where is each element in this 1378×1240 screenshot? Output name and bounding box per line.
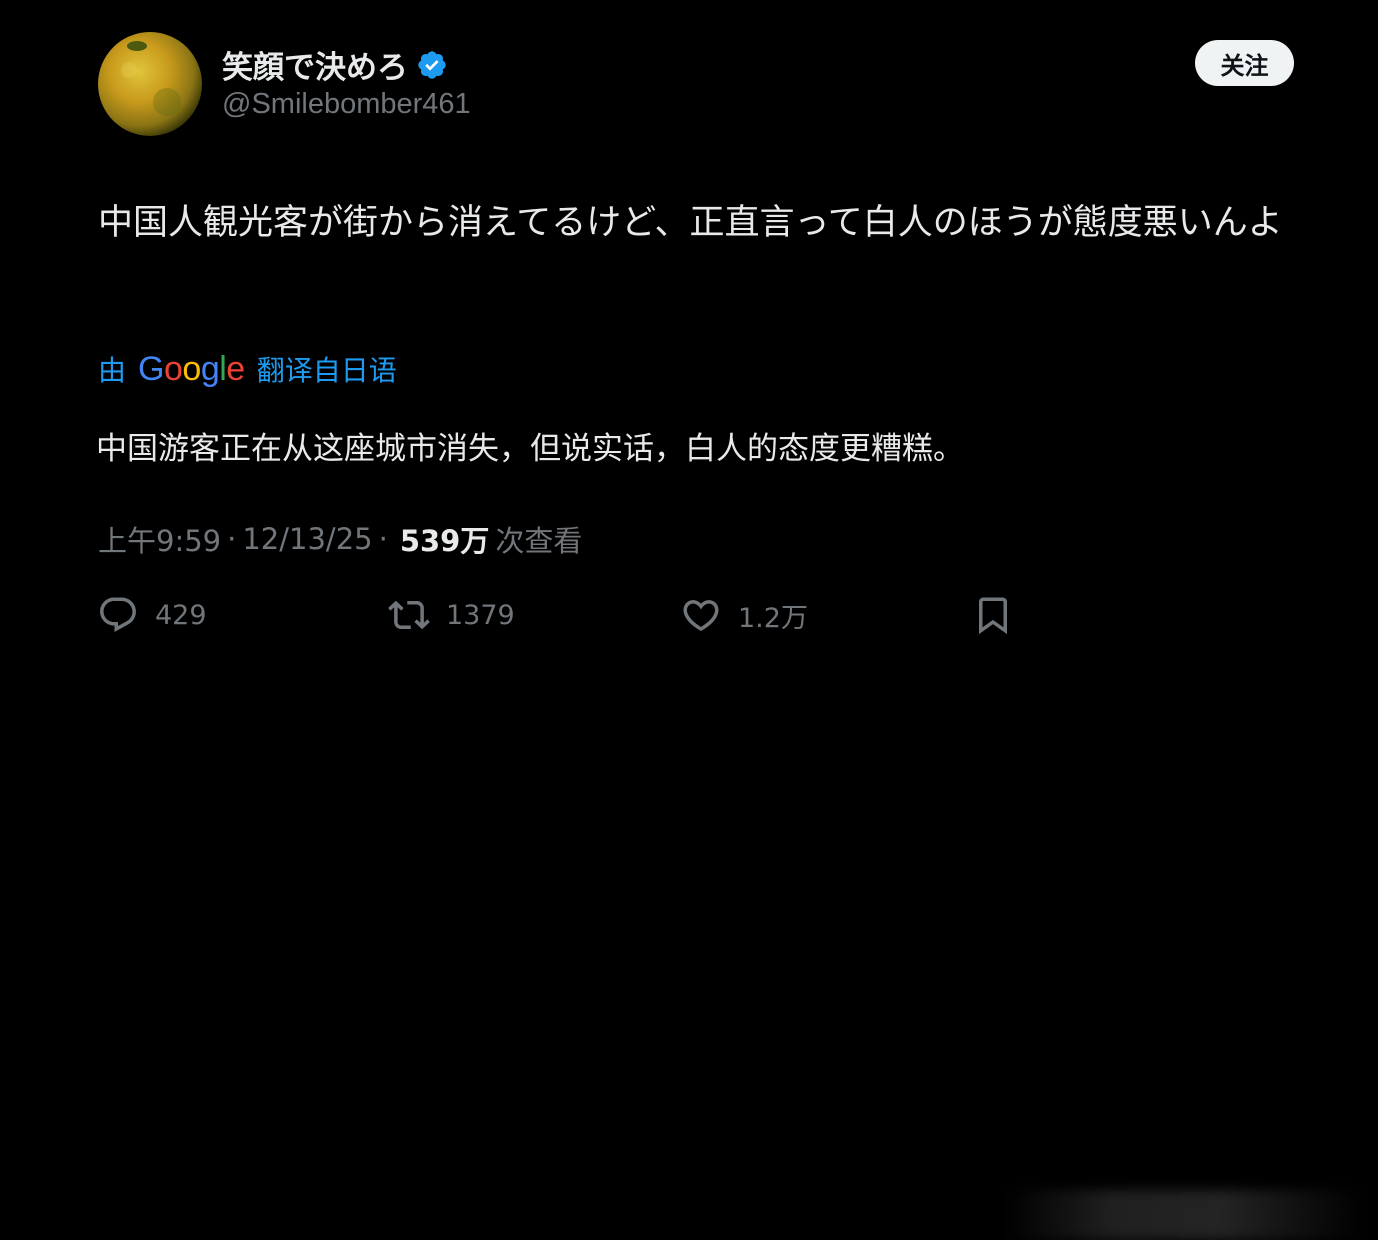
meta-separator: · <box>378 522 388 556</box>
tweet-text: 中国人観光客が街から消えてるけど、正直言って白人のほうが態度悪いんよ <box>98 203 1283 243</box>
follow-button[interactable]: 关注 <box>1195 40 1294 86</box>
translated-text: 中国游客正在从这座城市消失，但说实话，白人的态度更糟糕。 <box>96 431 964 467</box>
meta-separator: · <box>227 522 237 556</box>
translation-attribution[interactable]: 由 Google 翻译自日语 <box>98 349 397 389</box>
view-label: 次查看 <box>495 524 583 558</box>
tweet-date[interactable]: 12/13/25 <box>242 522 372 556</box>
view-count: 539万 <box>399 524 490 558</box>
reply-count: 429 <box>155 599 207 631</box>
repost-icon <box>388 600 430 630</box>
bookmark-icon <box>979 597 1007 635</box>
reply-icon <box>100 597 136 632</box>
translation-prefix: 由 <box>98 354 127 387</box>
google-logo: Google <box>138 349 245 388</box>
orange-fruit-avatar <box>97 30 203 136</box>
heart-icon <box>683 600 719 632</box>
author-handle[interactable]: @Smilebomber461 <box>222 88 471 121</box>
tweet-meta: 上午9:59 · 12/13/25 · 539万 次查看 <box>98 518 582 560</box>
translation-suffix: 翻译自日语 <box>256 354 397 387</box>
blurred-watermark <box>1005 1190 1365 1240</box>
reply-button[interactable]: 429 <box>97 594 207 636</box>
avatar[interactable] <box>97 30 203 136</box>
repost-count: 1379 <box>446 599 515 631</box>
like-count: 1.2万 <box>738 602 808 634</box>
tweet-time[interactable]: 上午9:59 <box>98 518 221 560</box>
action-bar: 429 1379 1.2万 <box>0 594 1378 1240</box>
author-name[interactable]: 笑顔で決めろ <box>222 42 408 87</box>
repost-button[interactable]: 1379 <box>388 594 515 636</box>
bookmark-button[interactable] <box>972 594 1014 636</box>
author-name-row[interactable]: 笑顔で決めろ <box>222 42 448 87</box>
like-button[interactable]: 1.2万 <box>680 594 808 636</box>
verified-badge-icon <box>418 50 446 79</box>
